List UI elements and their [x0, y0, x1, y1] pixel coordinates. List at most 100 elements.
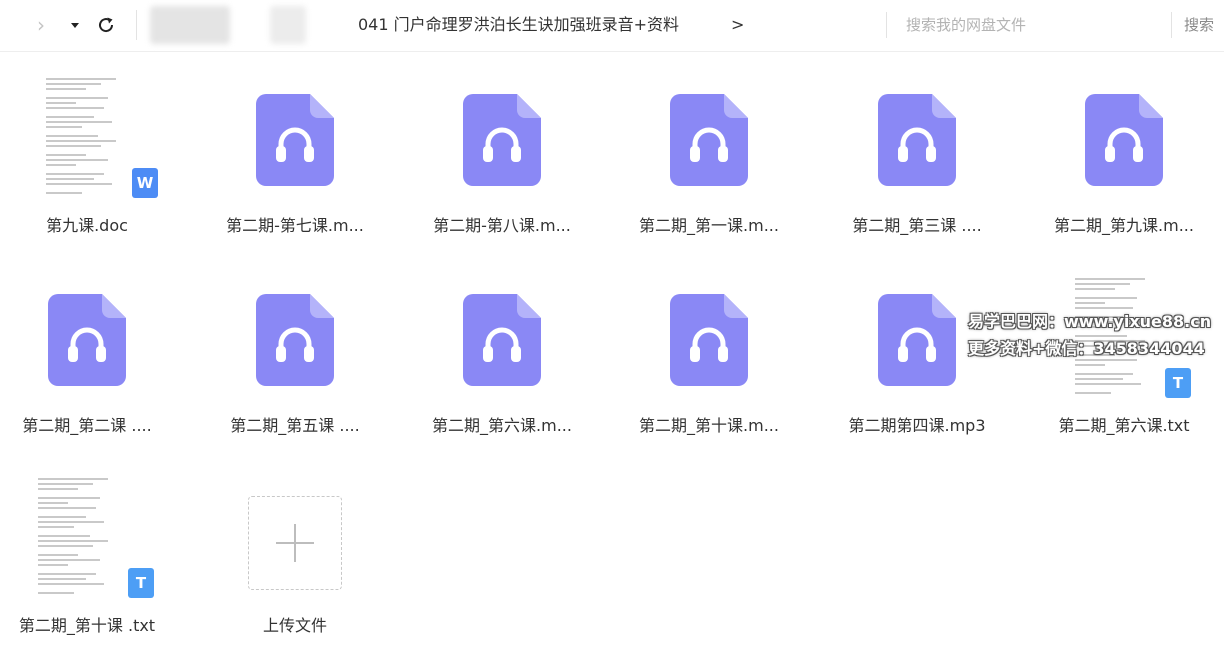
audio-file-icon	[463, 94, 541, 186]
thumbnail-text-line	[38, 478, 108, 480]
audio-file-icon	[878, 294, 956, 386]
file-tile[interactable]: T 第二期_第十课 .txt	[0, 470, 182, 660]
refresh-icon[interactable]	[95, 13, 117, 37]
thumbnail-text-line	[1075, 364, 1105, 366]
file-name: 第二期-第七课.m...	[226, 216, 364, 235]
thumbnail-text-line	[1075, 302, 1105, 304]
thumbnail-text-line	[1075, 278, 1145, 280]
search-button[interactable]: 搜索	[1184, 13, 1214, 37]
thumbnail-text-line	[38, 483, 93, 485]
forward-icon[interactable]: ›	[30, 13, 52, 37]
audio-file-icon	[256, 94, 334, 186]
thumbnail-text-line	[46, 140, 116, 142]
audio-file-icon	[256, 294, 334, 386]
breadcrumb-current-folder: 041 门户命理罗洪泊长生诀加强班录音+资料	[358, 15, 680, 34]
text-badge-icon: T	[128, 568, 154, 598]
file-tile[interactable]: 第二期_第十课.m...	[614, 270, 804, 460]
file-name: 第二期_第十课.m...	[639, 416, 779, 435]
thumbnail-text-line	[1075, 297, 1137, 299]
thumbnail-text-line	[38, 497, 100, 499]
audio-file-icon	[878, 94, 956, 186]
thumbnail-text-line	[1075, 288, 1115, 290]
audio-file-icon	[1085, 94, 1163, 186]
text-badge-icon: T	[1165, 368, 1191, 398]
thumbnail-text-line	[46, 173, 104, 175]
watermark-line: 更多资料+微信：3458344044	[968, 339, 1205, 358]
file-name: 第二期_第六课.m...	[432, 416, 572, 435]
thumbnail-text-line	[38, 516, 86, 518]
file-tile[interactable]: T 第二期_第六课.txt	[1029, 270, 1219, 460]
thumbnail-text-line	[38, 578, 86, 580]
thumbnail-text-line	[46, 183, 112, 185]
search-input[interactable]	[896, 10, 1168, 40]
thumbnail-text-line	[38, 545, 93, 547]
audio-file-icon	[48, 294, 126, 386]
breadcrumb-chevron-icon[interactable]: >	[731, 13, 744, 37]
upload-tile[interactable]: 上传文件	[200, 470, 390, 660]
file-tile[interactable]: 第二期_第九课.m...	[1029, 70, 1219, 260]
blurred-breadcrumb	[150, 6, 230, 44]
file-tile[interactable]: 第二期-第八课.m...	[407, 70, 597, 260]
thumbnail-text-line	[46, 154, 86, 156]
thumbnail-text-line	[46, 88, 86, 90]
thumbnail-text-line	[46, 83, 101, 85]
file-tile[interactable]: 第二期_第五课 ....	[200, 270, 390, 460]
thumbnail-text-line	[46, 97, 108, 99]
audio-file-icon	[670, 94, 748, 186]
file-tile[interactable]: 第二期_第二课 ....	[0, 270, 182, 460]
thumbnail-text-line	[46, 145, 101, 147]
thumbnail-text-line	[46, 107, 104, 109]
thumbnail-text-line	[38, 573, 96, 575]
thumbnail-text-line	[46, 135, 98, 137]
text-file-thumbnail	[36, 474, 136, 602]
file-name: 第二期_第一课.m...	[639, 216, 779, 235]
file-tile[interactable]: 第二期_第一课.m...	[614, 70, 804, 260]
thumbnail-text-line	[46, 126, 82, 128]
thumbnail-text-line	[46, 159, 108, 161]
thumbnail-text-line	[38, 592, 74, 594]
thumbnail-text-line	[38, 540, 108, 542]
file-name: 第二期_第六课.txt	[1058, 416, 1190, 435]
toolbar-divider	[1171, 12, 1172, 38]
file-tile[interactable]: 第二期_第三课 ....	[822, 70, 1012, 260]
thumbnail-text-line	[38, 535, 90, 537]
watermark-line: 易学巴巴网：www.yixue88.cn	[968, 312, 1212, 331]
upload-dropzone[interactable]	[248, 496, 342, 590]
caret-down-icon[interactable]	[68, 17, 82, 33]
thumbnail-text-line	[38, 502, 68, 504]
file-name: 第二期_第九课.m...	[1054, 216, 1194, 235]
file-name: 第九课.doc	[46, 216, 128, 235]
toolbar-divider	[886, 12, 887, 38]
audio-file-icon	[670, 294, 748, 386]
thumbnail-text-line	[38, 559, 100, 561]
watermark: 易学巴巴网：www.yixue88.cn 更多资料+微信：3458344044	[968, 308, 1224, 362]
thumbnail-text-line	[1075, 373, 1133, 375]
thumbnail-text-line	[38, 507, 96, 509]
thumbnail-text-line	[38, 488, 78, 490]
file-name: 第二期_第三课 ....	[852, 216, 982, 235]
thumbnail-text-line	[38, 554, 78, 556]
thumbnail-text-line	[46, 192, 82, 194]
file-tile[interactable]: 第二期_第六课.m...	[407, 270, 597, 460]
thumbnail-text-line	[1075, 283, 1130, 285]
upload-label: 上传文件	[262, 616, 327, 635]
file-name: 第二期第四课.mp3	[848, 416, 986, 435]
thumbnail-text-line	[46, 78, 116, 80]
thumbnail-text-line	[38, 526, 74, 528]
file-name: 第二期_第五课 ....	[230, 416, 360, 435]
thumbnail-text-line	[38, 583, 104, 585]
toolbar: › 041 门户命理罗洪泊长生诀加强班录音+资料 > 搜索	[0, 0, 1224, 52]
blurred-breadcrumb	[270, 6, 306, 44]
file-tile[interactable]: 第二期第四课.mp3	[822, 270, 1012, 460]
thumbnail-text-line	[38, 564, 68, 566]
file-tile[interactable]: 第二期-第七课.m...	[200, 70, 390, 260]
thumbnail-text-line	[46, 164, 76, 166]
thumbnail-text-line	[1075, 392, 1111, 394]
thumbnail-text-line	[1075, 378, 1123, 380]
plus-icon	[276, 524, 314, 562]
word-badge-icon: W	[132, 168, 158, 198]
file-name: 第二期-第八课.m...	[433, 216, 571, 235]
file-name: 第二期_第十课 .txt	[18, 616, 156, 635]
thumbnail-text-line	[38, 521, 104, 523]
file-tile[interactable]: W 第九课.doc	[0, 70, 182, 260]
